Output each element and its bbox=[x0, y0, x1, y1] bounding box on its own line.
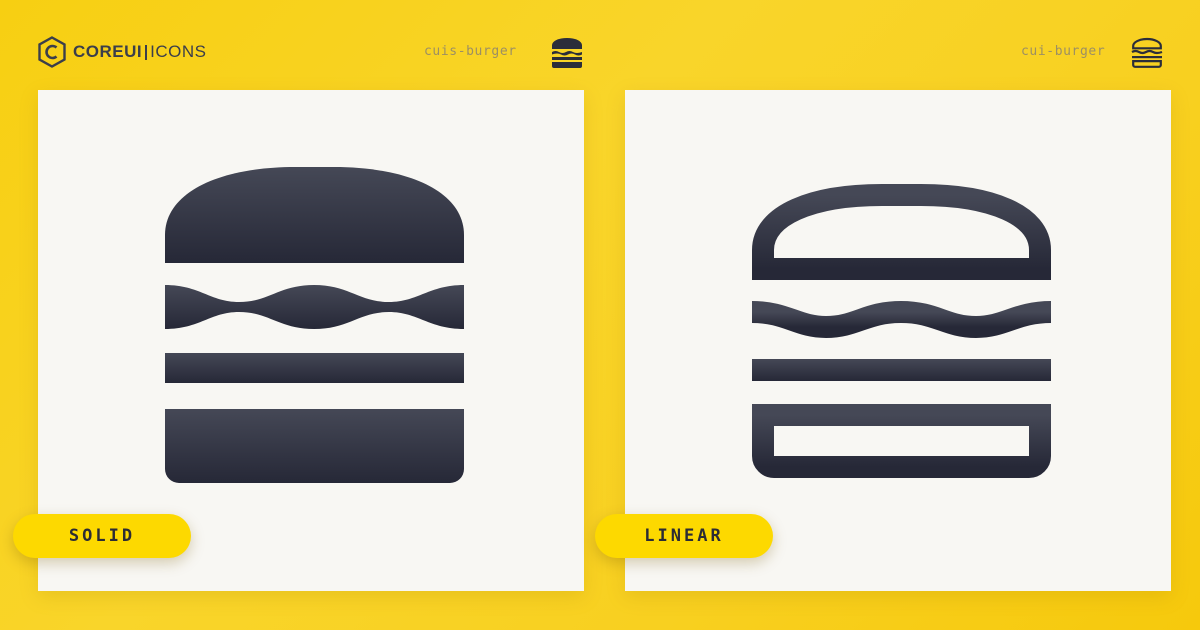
coreui-hexagon-icon bbox=[38, 36, 66, 68]
burger-linear-icon bbox=[752, 184, 1051, 478]
solid-icon-name: cuis-burger bbox=[424, 44, 517, 59]
burger-solid-mini-icon bbox=[552, 38, 582, 68]
linear-icon-name: cui-burger bbox=[1021, 44, 1106, 59]
brand-wordmark: COREUI ICONS bbox=[73, 42, 206, 62]
brand-name-light: ICONS bbox=[150, 42, 207, 61]
solid-variant-label: SOLID bbox=[13, 514, 191, 558]
linear-variant-label: LINEAR bbox=[595, 514, 773, 558]
brand-name-bold: COREUI bbox=[73, 42, 143, 61]
coreui-icons-logo: COREUI ICONS bbox=[37, 36, 206, 68]
burger-linear-mini-icon bbox=[1131, 37, 1163, 68]
brand-separator bbox=[145, 44, 148, 60]
burger-solid-icon bbox=[165, 167, 464, 483]
